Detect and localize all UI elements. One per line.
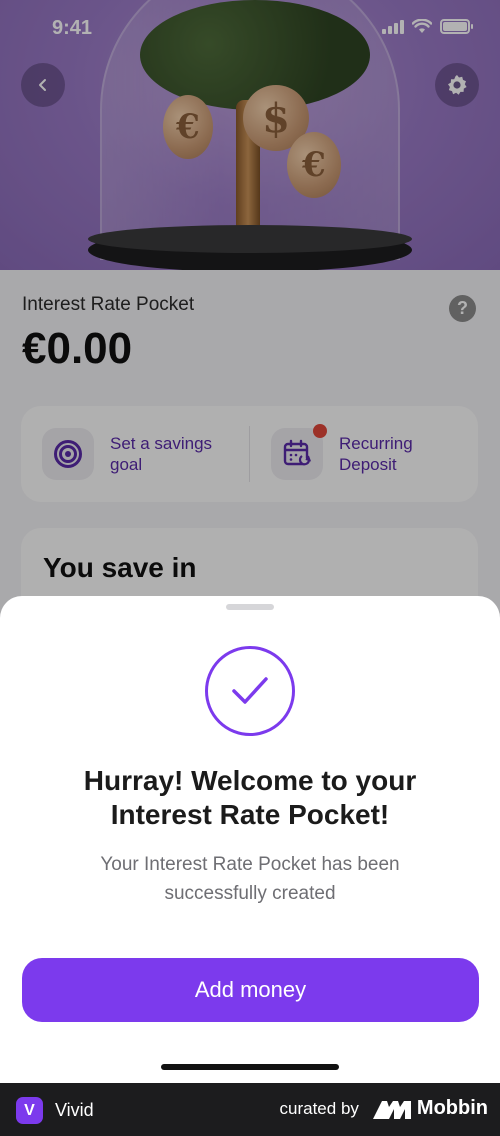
add-money-button[interactable]: Add money bbox=[22, 958, 479, 1022]
curator-name: Mobbin bbox=[416, 1097, 488, 1119]
vivid-logo-icon: V bbox=[16, 1097, 43, 1124]
app-brand: V Vivid bbox=[16, 1097, 94, 1124]
mobbin-mark-icon bbox=[372, 1100, 411, 1119]
sheet-subtitle: Your Interest Rate Pocket has been succe… bbox=[100, 854, 400, 904]
curated-by-label: curated by bbox=[279, 1098, 359, 1118]
success-check-icon bbox=[205, 646, 295, 736]
curated-by: curated by Mobbin bbox=[280, 1097, 488, 1120]
sheet-title: Hurray! Welcome to your Interest Rate Po… bbox=[83, 765, 417, 830]
screen: € $ € 9:41 Interest Rate Pocket ? €0.00 … bbox=[0, 0, 500, 1083]
sheet-grabber[interactable] bbox=[226, 604, 274, 610]
success-bottom-sheet: Hurray! Welcome to your Interest Rate Po… bbox=[0, 596, 500, 1083]
brand-name: Vivid bbox=[55, 1100, 94, 1120]
home-indicator bbox=[161, 1064, 339, 1070]
attribution-footer: V Vivid curated by Mobbin bbox=[0, 1083, 500, 1136]
mobbin-logo: Mobbin bbox=[372, 1097, 488, 1120]
